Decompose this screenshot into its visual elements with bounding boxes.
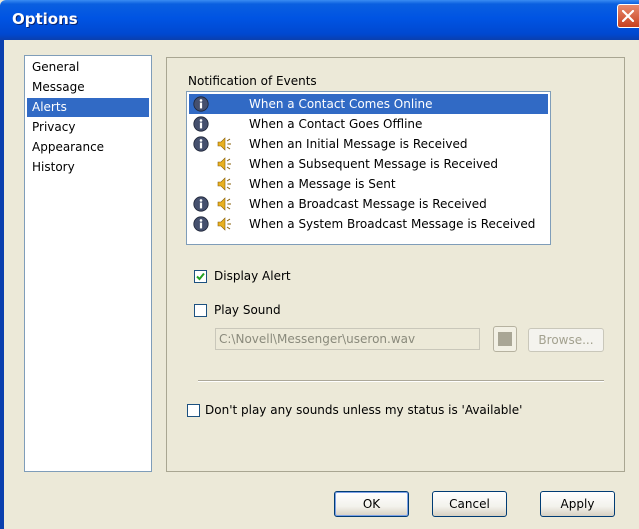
nav-item-message[interactable]: Message	[27, 78, 149, 97]
nav-item-privacy[interactable]: Privacy	[27, 118, 149, 137]
sound-file-path-input[interactable]	[215, 328, 480, 350]
event-label: When a Contact Goes Offline	[249, 117, 423, 131]
info-icon	[193, 216, 209, 232]
event-row-message-sent[interactable]: When a Message is Sent	[189, 174, 548, 194]
event-row-initial-message[interactable]: When an Initial Message is Received	[189, 134, 548, 154]
stop-icon	[498, 332, 512, 346]
notification-events-label: Notification of Events	[188, 74, 317, 88]
event-label: When a System Broadcast Message is Recei…	[249, 217, 536, 231]
divider	[198, 380, 604, 382]
speaker-icon	[217, 137, 231, 151]
display-alert-label[interactable]: Display Alert	[214, 269, 291, 283]
window-title: Options	[12, 10, 78, 28]
nav-item-history[interactable]: History	[27, 158, 149, 177]
play-sound-checkbox[interactable]	[194, 304, 207, 317]
event-row-system-broadcast[interactable]: When a System Broadcast Message is Recei…	[189, 214, 548, 234]
play-sound-button[interactable]	[493, 326, 517, 352]
events-list: When a Contact Comes Online When a Conta…	[186, 91, 551, 245]
window-frame	[0, 40, 4, 529]
title-bar: Options	[0, 0, 639, 40]
event-label: When an Initial Message is Received	[249, 137, 468, 151]
apply-button[interactable]: Apply	[540, 491, 615, 517]
no-sounds-unless-available-checkbox[interactable]	[187, 404, 200, 417]
close-button[interactable]	[617, 4, 639, 28]
info-icon	[193, 196, 209, 212]
event-row-broadcast-message[interactable]: When a Broadcast Message is Received	[189, 194, 548, 214]
event-label: When a Message is Sent	[249, 177, 396, 191]
checkmark-icon	[196, 272, 205, 281]
display-alert-checkbox[interactable]	[194, 270, 207, 283]
close-icon	[622, 10, 634, 22]
cancel-button[interactable]: Cancel	[432, 491, 507, 517]
speaker-icon	[217, 157, 231, 171]
event-row-contact-online[interactable]: When a Contact Comes Online	[189, 94, 548, 114]
nav-item-appearance[interactable]: Appearance	[27, 138, 149, 157]
info-icon	[193, 136, 209, 152]
event-label: When a Contact Comes Online	[249, 97, 433, 111]
speaker-icon	[217, 197, 231, 211]
nav-item-alerts[interactable]: Alerts	[27, 98, 149, 117]
event-row-contact-offline[interactable]: When a Contact Goes Offline	[189, 114, 548, 134]
info-icon	[193, 96, 209, 112]
speaker-icon	[217, 217, 231, 231]
event-label: When a Subsequent Message is Received	[249, 157, 499, 171]
info-icon	[193, 116, 209, 132]
event-label: When a Broadcast Message is Received	[249, 197, 487, 211]
play-sound-label[interactable]: Play Sound	[214, 303, 281, 317]
browse-button[interactable]: Browse...	[528, 328, 604, 352]
no-sounds-unless-available-label[interactable]: Don't play any sounds unless my status i…	[205, 403, 522, 417]
ok-button[interactable]: OK	[334, 491, 409, 517]
event-row-subsequent-message[interactable]: When a Subsequent Message is Received	[189, 154, 548, 174]
nav-item-general[interactable]: General	[27, 58, 149, 77]
category-list: General Message Alerts Privacy Appearanc…	[24, 55, 152, 472]
speaker-icon	[217, 177, 231, 191]
